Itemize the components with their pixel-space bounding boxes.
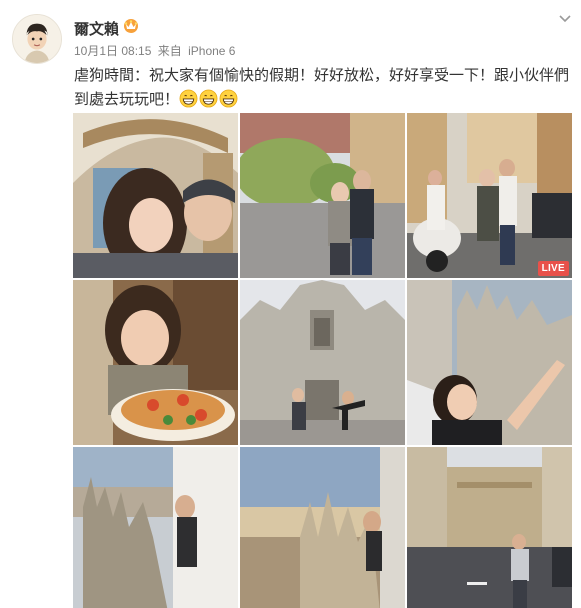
avatar[interactable] [12,14,62,64]
post-source[interactable]: iPhone 6 [188,44,235,58]
photo-rooftop-sunset[interactable] [240,447,405,608]
vip-crown-icon[interactable] [122,16,140,34]
photo-woman-rooftop[interactable] [407,280,572,445]
post-meta: 10月1日 08:15 来自 iPhone 6 [74,42,238,59]
grinning-face-icon [179,89,198,108]
post-text: 虐狗時間：祝大家有個愉快的假期！好好放松，好好享受一下！跟小伙伴們到處去玩玩吧！ [74,64,570,112]
photo-couple-park[interactable] [240,113,405,278]
emoji-row [179,89,239,108]
post-text-content: 虐狗時間：祝大家有個愉快的假期！好好放松，好好享受一下！跟小伙伴們到處去玩玩吧！ [74,67,570,108]
chevron-down-icon[interactable] [557,10,573,26]
grinning-face-icon [219,89,238,108]
photo-duomo-facade[interactable] [240,280,405,445]
photo-group-scooter[interactable]: LIVE [407,113,572,278]
avatar-image [13,15,61,63]
grinning-face-icon [199,89,218,108]
username[interactable]: 爾文賴 [74,18,119,39]
photo-man-rooftop[interactable] [73,447,238,608]
photo-couple-selfie[interactable] [73,113,238,278]
live-badge: LIVE [537,261,569,276]
post-date[interactable]: 10月1日 08:15 [74,44,151,58]
photo-man-street[interactable] [407,447,572,608]
source-prefix: 来自 [157,44,182,58]
photo-woman-pizza[interactable] [73,280,238,445]
photo-grid: LIVE [73,113,572,608]
